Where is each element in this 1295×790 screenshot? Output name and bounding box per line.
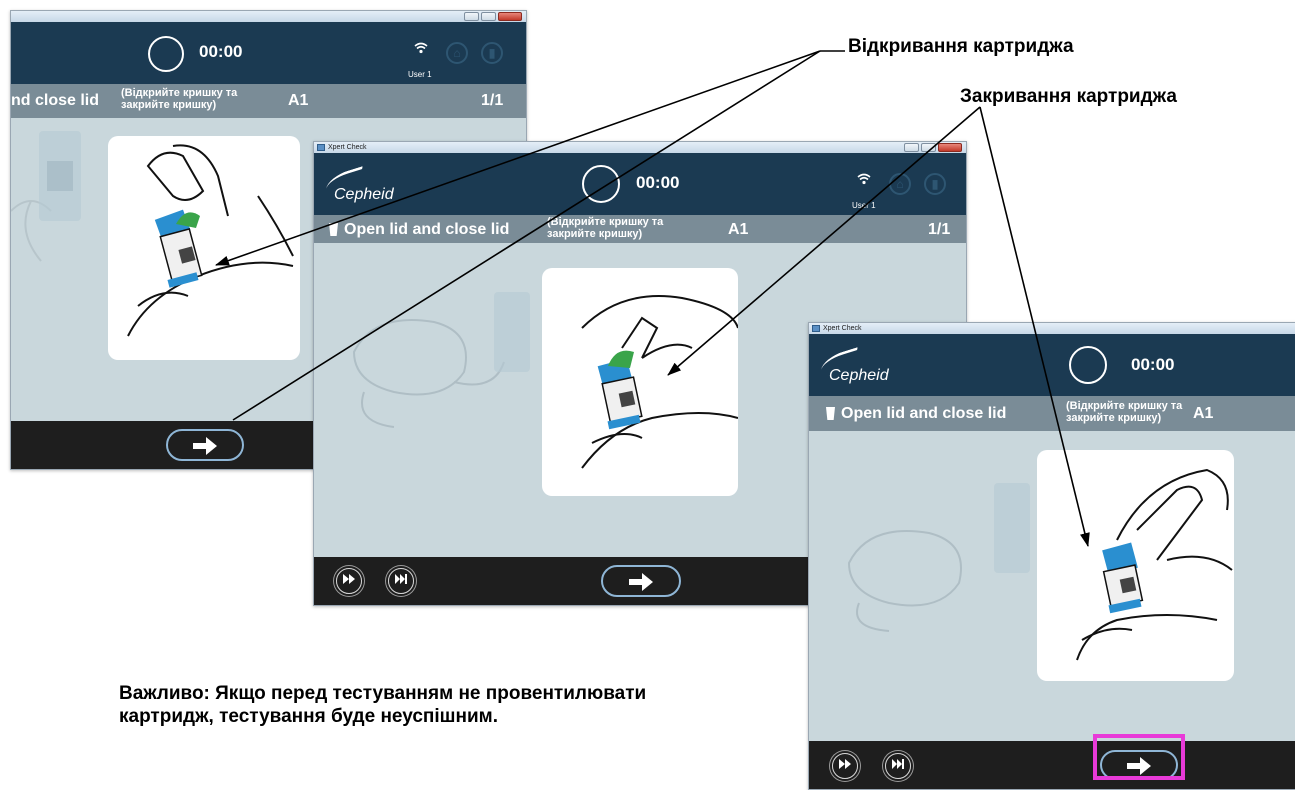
note-line-1: Важливо: Якщо перед тестуванням не прове… <box>119 683 647 704</box>
callout-arrow-close-2 <box>979 106 1090 547</box>
callout-arrows <box>215 50 1090 547</box>
note-line-2: картридж, тестування буде неуспішним. <box>119 706 498 727</box>
callout-arrow-open-1 <box>215 50 821 266</box>
callout-arrow-close-1 <box>667 106 981 376</box>
callout-arrow-open-2 <box>232 50 821 421</box>
important-note: Важливо: Якщо перед тестуванням не прове… <box>119 682 799 728</box>
